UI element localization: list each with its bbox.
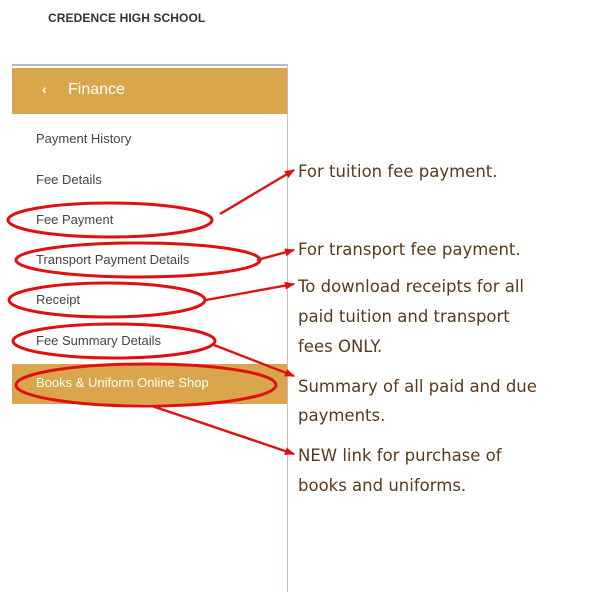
note-transport: For transport fee payment. bbox=[298, 240, 521, 259]
note-summary-line-2: payments. bbox=[298, 406, 386, 425]
arrow-fee-payment bbox=[219, 168, 295, 216]
arrow-transport bbox=[256, 248, 295, 262]
note-tuition: For tuition fee payment. bbox=[298, 162, 498, 181]
note-receipt-line-3: fees ONLY. bbox=[298, 337, 383, 356]
highlight-ellipse-fee-summary bbox=[11, 322, 217, 360]
note-receipt-line-1: To download receipts for all bbox=[298, 277, 525, 296]
note-receipt-line-2: paid tuition and transport bbox=[298, 307, 510, 326]
highlight-ellipse-shop bbox=[14, 362, 278, 408]
arrow-receipt bbox=[205, 281, 295, 302]
highlight-ellipse-receipt bbox=[7, 281, 207, 319]
highlight-ellipse-transport-payment bbox=[14, 241, 262, 279]
note-shop-line-2: books and uniforms. bbox=[298, 476, 467, 495]
note-summary-line-1: Summary of all paid and due bbox=[298, 377, 537, 396]
highlight-ellipse-fee-payment bbox=[6, 201, 214, 239]
note-shop-line-1: NEW link for purchase of bbox=[298, 446, 502, 465]
arrow-shop bbox=[151, 404, 295, 456]
arrow-fee-summary bbox=[213, 343, 295, 378]
